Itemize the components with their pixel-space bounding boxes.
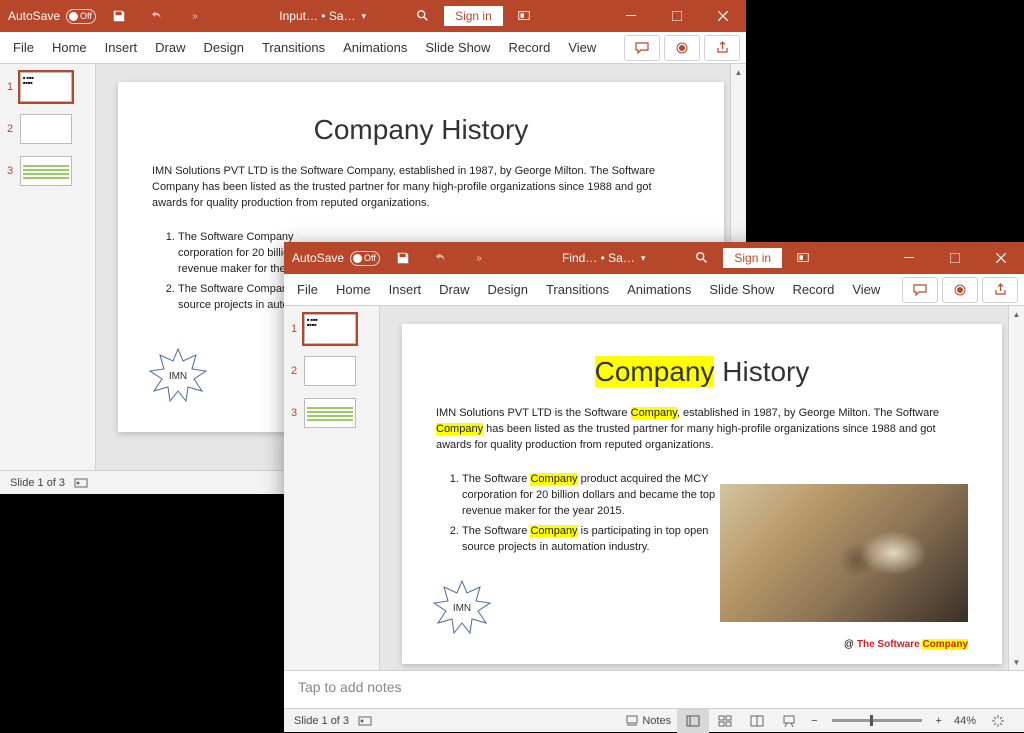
record-icon[interactable] [942,277,978,303]
maximize-button[interactable] [932,242,978,274]
search-icon[interactable] [408,0,438,32]
save-icon[interactable] [388,242,418,274]
tab-animations[interactable]: Animations [334,32,416,64]
tab-slideshow[interactable]: Slide Show [416,32,499,64]
slide-paragraph[interactable]: IMN Solutions PVT LTD is the Software Co… [152,164,690,212]
slideshow-view-icon[interactable] [773,709,805,733]
thumbnail-2[interactable] [304,356,356,386]
sign-in-button[interactable]: Sign in [723,248,782,268]
titlebar: AutoSave Off » Find… • Sa… ▾ Sign in [284,242,1024,274]
thumbnail-2[interactable] [20,114,72,144]
slide-canvas[interactable]: Company History IMN Solutions PVT LTD is… [380,306,1024,670]
tab-insert[interactable]: Insert [96,32,147,64]
tab-transitions[interactable]: Transitions [253,32,334,64]
vertical-scrollbar[interactable]: ▲▼ [1008,306,1024,670]
tab-draw[interactable]: Draw [146,32,194,64]
tab-slideshow[interactable]: Slide Show [700,274,783,306]
slide-image[interactable] [720,484,968,622]
ribbon-display-icon[interactable] [509,0,539,32]
tab-record[interactable]: Record [499,32,559,64]
sign-in-button[interactable]: Sign in [444,6,503,26]
document-title: Input… • Sa… [279,9,355,23]
autosave-label: AutoSave [8,9,60,23]
minimize-button[interactable] [886,242,932,274]
tab-draw[interactable]: Draw [430,274,478,306]
tab-file[interactable]: File [288,274,327,306]
zoom-out-button[interactable]: − [805,715,823,727]
ribbon-tabs: File Home Insert Draw Design Transitions… [284,274,1024,306]
titlebar: AutoSave Off » Input… • Sa… ▾ Sign in [0,0,746,32]
undo-icon[interactable] [426,242,456,274]
slide-thumbnails: 1■ ■■■■■■■ 2 3 [284,306,380,670]
share-icon[interactable] [704,35,740,61]
statusbar: Slide 1 of 3 Notes − + 44% [284,708,1024,732]
slide-counter: Slide 1 of 3 [294,715,349,727]
title-chevron-icon[interactable]: ▾ [362,11,367,22]
star-badge[interactable]: IMN [432,579,492,640]
comments-icon[interactable] [624,35,660,61]
search-icon[interactable] [687,242,717,274]
minimize-button[interactable] [608,0,654,32]
zoom-in-button[interactable]: + [930,715,948,727]
autosave-toggle[interactable]: AutoSave Off [8,9,96,24]
slide-title[interactable]: Company History [402,324,1002,388]
copyright-text[interactable]: @ The Software Company [844,639,968,650]
thumbnail-3[interactable] [304,398,356,428]
accessibility-icon[interactable] [349,709,381,733]
tab-home[interactable]: Home [43,32,96,64]
save-icon[interactable] [104,0,134,32]
tab-record[interactable]: Record [783,274,843,306]
slide-title[interactable]: Company History [118,82,724,146]
title-chevron-icon[interactable]: ▾ [641,253,646,264]
thumbnail-3[interactable] [20,156,72,186]
share-icon[interactable] [982,277,1018,303]
zoom-slider[interactable] [832,719,922,722]
tab-insert[interactable]: Insert [380,274,431,306]
svg-text:IMN: IMN [453,603,471,614]
tab-view[interactable]: View [843,274,889,306]
comments-icon[interactable] [902,277,938,303]
accessibility-icon[interactable] [65,471,97,495]
svg-text:IMN: IMN [169,371,187,382]
document-title: Find… • Sa… [562,251,635,265]
normal-view-icon[interactable] [677,709,709,733]
thumbnail-1[interactable]: ■ ■■■■■■■ [304,314,356,344]
slide-thumbnails: 1■ ■■■■■■■ 2 3 [0,64,96,470]
ribbon-tabs: File Home Insert Draw Design Transitions… [0,32,746,64]
slide-counter: Slide 1 of 3 [10,477,65,489]
powerpoint-window-2: AutoSave Off » Find… • Sa… ▾ Sign in Fil… [284,242,1024,732]
notes-button[interactable]: Notes [620,709,677,733]
reading-view-icon[interactable] [741,709,773,733]
sorter-view-icon[interactable] [709,709,741,733]
close-button[interactable] [700,0,746,32]
tab-design[interactable]: Design [479,274,537,306]
fit-window-icon[interactable] [982,709,1014,733]
tab-design[interactable]: Design [195,32,253,64]
autosave-label: AutoSave [292,251,344,265]
zoom-percent[interactable]: 44% [948,715,982,727]
more-icon[interactable]: » [180,0,210,32]
star-badge[interactable]: IMN [148,347,208,408]
tab-transitions[interactable]: Transitions [537,274,618,306]
tab-view[interactable]: View [559,32,605,64]
record-icon[interactable] [664,35,700,61]
slide-paragraph[interactable]: IMN Solutions PVT LTD is the Software Co… [436,406,968,454]
thumbnail-1[interactable]: ■ ■■■■■■■ [20,72,72,102]
list-item: The Software Company product acquired th… [462,472,716,520]
autosave-toggle[interactable]: AutoSave Off [292,251,380,266]
more-icon[interactable]: » [464,242,494,274]
undo-icon[interactable] [142,0,172,32]
tab-file[interactable]: File [4,32,43,64]
ribbon-display-icon[interactable] [788,242,818,274]
maximize-button[interactable] [654,0,700,32]
tab-animations[interactable]: Animations [618,274,700,306]
notes-pane[interactable]: Tap to add notes [284,670,1024,708]
list-item: The Software Company is participating in… [462,524,716,556]
tab-home[interactable]: Home [327,274,380,306]
close-button[interactable] [978,242,1024,274]
